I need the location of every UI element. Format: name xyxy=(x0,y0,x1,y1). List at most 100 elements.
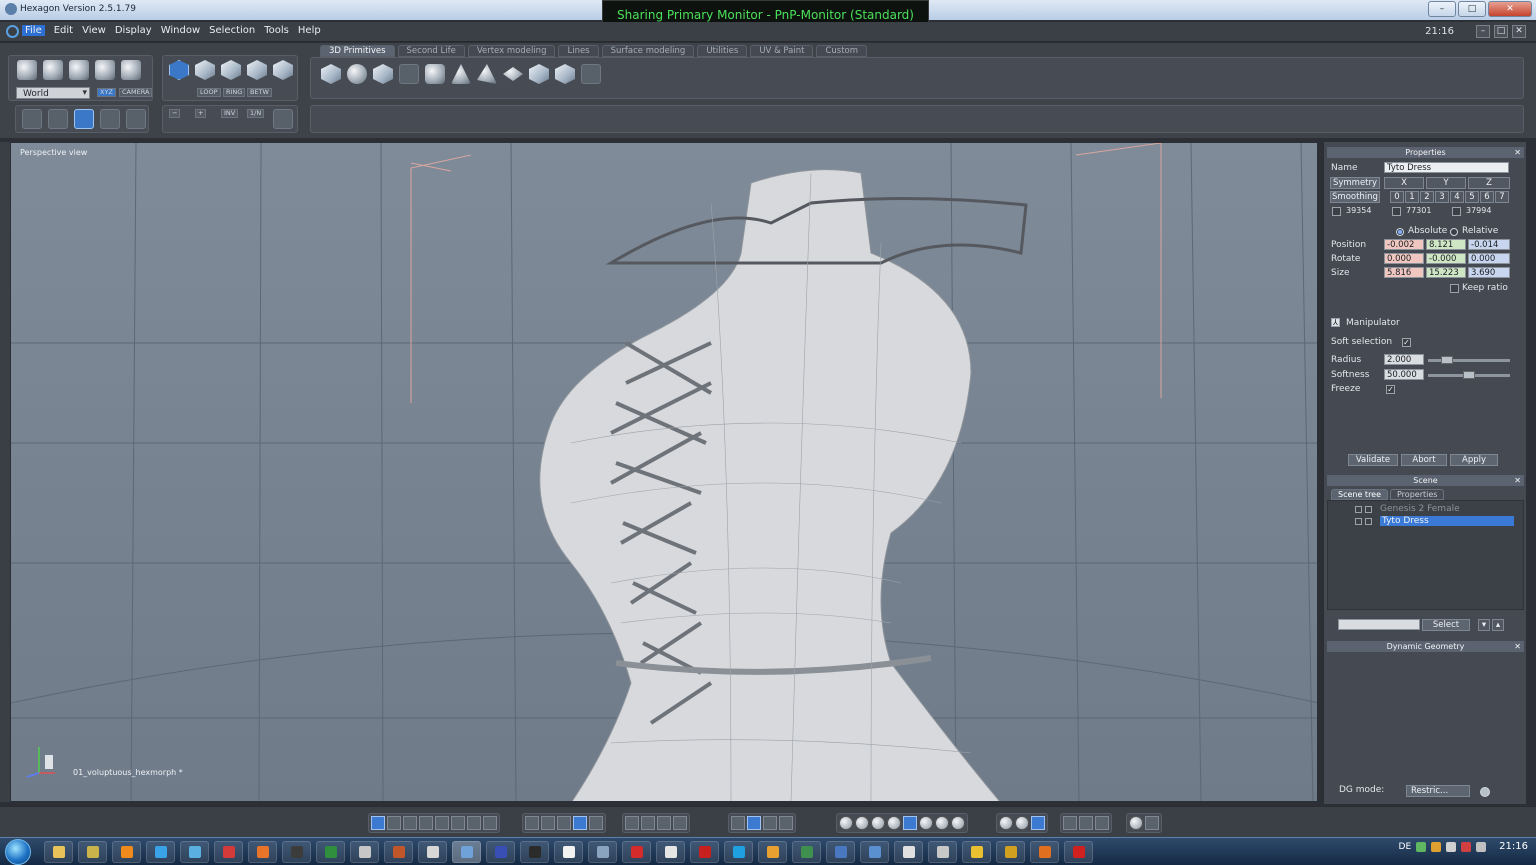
softness-field[interactable]: 50.000 xyxy=(1384,369,1424,380)
abort-button[interactable]: Abort xyxy=(1401,454,1447,466)
taskbar-app-icon[interactable] xyxy=(622,841,651,863)
tab-uv-paint[interactable]: UV & Paint xyxy=(750,45,814,57)
symmetry-y-button[interactable]: Y xyxy=(1426,177,1466,189)
smoothing-level-2[interactable]: 2 xyxy=(1420,191,1434,203)
menu-display[interactable]: Display xyxy=(115,25,152,36)
symmetry-x-button[interactable]: X xyxy=(1384,177,1424,189)
magnet-tool-icon[interactable] xyxy=(121,60,141,80)
menu-tools[interactable]: Tools xyxy=(264,25,289,36)
eraser-tool-icon[interactable] xyxy=(22,109,42,129)
taskbar-app-icon[interactable] xyxy=(180,841,209,863)
menu-file[interactable]: File xyxy=(22,25,45,36)
ring-select-button[interactable]: RING xyxy=(223,88,246,97)
grow-selection-button[interactable]: + xyxy=(195,109,207,118)
scene-filter-input[interactable] xyxy=(1338,619,1420,630)
xyz-toggle[interactable]: XYZ xyxy=(97,88,116,97)
keep-ratio-checkbox[interactable] xyxy=(1450,284,1459,293)
validate-button[interactable]: Validate xyxy=(1348,454,1398,466)
move-icon[interactable] xyxy=(747,816,761,830)
symmetry-z-button[interactable]: Z xyxy=(1468,177,1510,189)
box-mode-icon[interactable] xyxy=(126,109,146,129)
absolute-radio[interactable] xyxy=(1396,228,1404,236)
zoom-extents-icon[interactable] xyxy=(625,816,639,830)
face-select-mode-icon[interactable] xyxy=(195,60,215,80)
sphere-primitive-icon[interactable] xyxy=(347,64,367,84)
taskbar-app-icon[interactable] xyxy=(996,841,1025,863)
start-button[interactable] xyxy=(5,839,31,865)
taskbar-app-icon[interactable] xyxy=(1030,841,1059,863)
taskbar-app-icon[interactable] xyxy=(418,841,447,863)
wireframe-mode-icon[interactable] xyxy=(100,109,120,129)
cylinder-primitive-icon[interactable] xyxy=(425,64,445,84)
apply-button[interactable]: Apply xyxy=(1450,454,1498,466)
white-sphere-icon[interactable] xyxy=(951,816,965,830)
taskbar-app-icon[interactable] xyxy=(826,841,855,863)
menu-window[interactable]: Window xyxy=(161,25,200,36)
tab-custom[interactable]: Custom xyxy=(816,45,868,57)
taskbar-app-icon[interactable] xyxy=(554,841,583,863)
radius-slider[interactable] xyxy=(1428,356,1510,364)
cone-primitive-icon[interactable] xyxy=(451,64,471,84)
app-minimize-button[interactable]: – xyxy=(1476,25,1490,38)
rotate-tool-icon[interactable] xyxy=(43,60,63,80)
arrow-down-icon[interactable] xyxy=(779,816,793,830)
taskbar-app-icon[interactable] xyxy=(384,841,413,863)
shrink-selection-button[interactable]: − xyxy=(169,109,181,118)
scroll-down-icon[interactable]: ▾ xyxy=(1478,619,1490,631)
smoothing-level-7[interactable]: 7 xyxy=(1495,191,1509,203)
invert-selection-button[interactable]: INV xyxy=(221,109,239,118)
tab-utilities[interactable]: Utilities xyxy=(697,45,748,57)
orbit-icon[interactable] xyxy=(641,816,655,830)
window-minimize-button[interactable]: – xyxy=(1428,1,1456,17)
axis-icon[interactable] xyxy=(731,816,745,830)
globe-icon[interactable] xyxy=(839,816,853,830)
relative-radio[interactable] xyxy=(1450,228,1458,236)
position-z-field[interactable]: -0.014 xyxy=(1468,239,1510,250)
taskbar-ie-icon[interactable] xyxy=(146,841,175,863)
rotate-x-field[interactable]: 0.000 xyxy=(1384,253,1424,264)
freeze-checkbox[interactable]: ✓ xyxy=(1386,385,1395,394)
taskbar-app-icon[interactable] xyxy=(962,841,991,863)
brush-tool-icon[interactable] xyxy=(48,109,68,129)
layout-three-icon[interactable] xyxy=(435,816,449,830)
render-teapot-icon[interactable] xyxy=(1129,816,1143,830)
menu-selection[interactable]: Selection xyxy=(209,25,255,36)
taskbar-app-icon[interactable] xyxy=(758,841,787,863)
grid-icon[interactable] xyxy=(525,816,539,830)
taskbar-app-icon[interactable] xyxy=(486,841,515,863)
select-tool-icon[interactable] xyxy=(17,60,37,80)
light-1-icon[interactable] xyxy=(999,816,1013,830)
app-close-button[interactable]: ✕ xyxy=(1512,25,1526,38)
shaded-wire-icon[interactable] xyxy=(887,816,901,830)
size-y-field[interactable]: 15.223 xyxy=(1426,267,1466,278)
universal-manipulator-icon[interactable] xyxy=(95,60,115,80)
menu-view[interactable]: View xyxy=(82,25,106,36)
taskbar-app-icon[interactable] xyxy=(214,841,243,863)
symmetry-button[interactable]: Symmetry xyxy=(1330,177,1380,189)
zoom-icon[interactable] xyxy=(657,816,671,830)
taskbar-firefox-icon[interactable] xyxy=(248,841,277,863)
smoothing-level-1[interactable]: 1 xyxy=(1405,191,1419,203)
softness-slider[interactable] xyxy=(1428,371,1510,379)
tab-vertex-modeling[interactable]: Vertex modeling xyxy=(467,45,556,57)
speaker-icon[interactable] xyxy=(1476,841,1487,852)
perspective-viewport[interactable]: Perspective view 01_voluptuous_hexmorph … xyxy=(10,142,1318,802)
scene-close-icon[interactable]: ✕ xyxy=(1514,475,1521,486)
light-3-icon[interactable] xyxy=(1031,816,1045,830)
grid-plane-icon[interactable] xyxy=(557,816,571,830)
smoothing-level-4[interactable]: 4 xyxy=(1450,191,1464,203)
tray-icon[interactable] xyxy=(1461,841,1472,852)
scroll-up-icon[interactable]: ▴ xyxy=(1492,619,1504,631)
radius-slider-knob[interactable] xyxy=(1441,356,1453,364)
lock-icon[interactable] xyxy=(1355,518,1362,525)
select-button[interactable]: Select xyxy=(1422,619,1470,631)
textured-sphere-icon[interactable] xyxy=(919,816,933,830)
smoothing-button[interactable]: Smoothing xyxy=(1330,191,1380,203)
taskbar-app-icon[interactable] xyxy=(350,841,379,863)
rotate-y-field[interactable]: -0.000 xyxy=(1426,253,1466,264)
shaded-mode-icon[interactable] xyxy=(74,109,94,129)
taskbar-app-icon[interactable] xyxy=(1064,841,1093,863)
grid-primitive-icon[interactable] xyxy=(399,64,419,84)
taskbar-filezilla-icon[interactable] xyxy=(690,841,719,863)
tray-icon[interactable] xyxy=(1446,841,1457,852)
